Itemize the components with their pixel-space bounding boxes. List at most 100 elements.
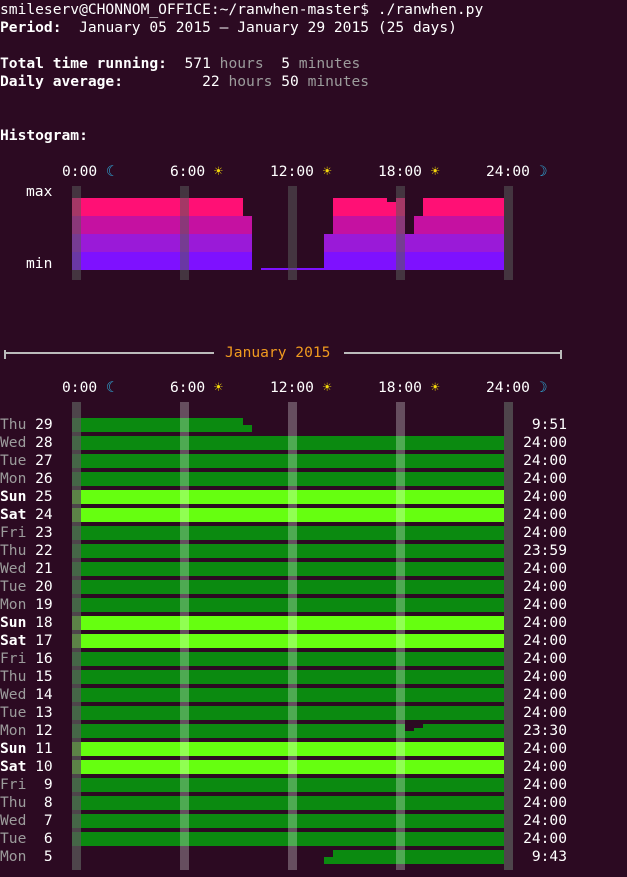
day-total: 24:00 [523,758,567,775]
day-label: Sun 25 [0,488,53,506]
day-activity-bar [72,724,405,738]
hour-marker [288,186,297,280]
average-minutes: 50 [281,73,299,90]
day-label: Sat 10 [0,758,53,776]
day-total: 24:00 [523,506,567,523]
day-total: 9:51 [531,416,567,433]
day-total: 24:00 [523,614,567,631]
day-number: 6 [26,830,53,847]
histogram-bar [243,252,252,270]
day-label: Sun 18 [0,614,53,632]
day-number: 13 [26,704,53,721]
histogram-bar [72,234,243,252]
day-label: Mon 26 [0,470,53,488]
day-total: 24:00 [523,650,567,667]
day-activity-bar [72,418,243,432]
day-label: Fri 16 [0,650,53,668]
histogram-bar [333,252,405,270]
total-line: Total time running: 571 hours 5 minutes [0,55,360,73]
hour-marker [72,186,81,280]
day-label: Wed 14 [0,686,53,704]
histogram-bar [414,216,423,234]
histogram-min-label: min [26,255,53,272]
day-total: 24:00 [523,812,567,829]
day-of-week: Mon [0,722,27,739]
histogram-bar [243,234,252,252]
period-line: Period: January 05 2015 – January 29 201… [0,19,457,37]
day-of-week: Sun [0,614,27,631]
day-label: Tue 6 [0,830,53,848]
hour-marker [504,402,513,870]
day-number: 29 [26,416,53,433]
day-total: 24:00 [523,488,567,505]
axis-label-12: 12:00 ☀ [270,163,332,180]
day-of-week: Tue [0,578,27,595]
histogram-bar [333,234,405,252]
hour-marker [504,186,513,280]
axis-label-18: 18:00 ☀ [378,379,440,396]
day-label: Thu 15 [0,668,53,686]
day-label: Mon 19 [0,596,53,614]
day-of-week: Wed [0,560,27,577]
day-total: 24:00 [523,668,567,685]
sun-icon: ☀ [430,163,440,180]
day-number: 9 [26,776,53,793]
histogram-bar [423,216,504,234]
day-label: Fri 9 [0,776,53,794]
day-of-week: Thu [0,668,27,685]
day-label: Thu 22 [0,542,53,560]
day-label: Sat 17 [0,632,53,650]
day-of-week: Thu [0,794,27,811]
day-number: 11 [26,740,53,757]
histogram-bar [72,216,243,234]
day-number: 8 [26,794,53,811]
average-line: Daily average: 22 hours 50 minutes [0,73,369,91]
histogram-max-label: max [26,183,53,200]
day-of-week: Fri [0,650,27,667]
day-number: 7 [26,812,53,829]
day-of-week: Wed [0,812,27,829]
moon-icon: ☽ [538,379,548,396]
hour-marker [180,402,189,870]
histogram-bar [423,234,504,252]
day-activity-bar [414,728,423,738]
day-of-week: Sat [0,632,27,649]
average-label: Daily average: [0,73,124,90]
day-total: 24:00 [523,794,567,811]
day-activity-bar [405,731,414,738]
day-of-week: Fri [0,524,27,541]
day-total: 24:00 [523,704,567,721]
day-label: Thu 8 [0,794,53,812]
day-activity-bar [333,850,504,864]
day-label: Tue 13 [0,704,53,722]
day-number: 5 [26,848,53,865]
day-label: Sun 11 [0,740,53,758]
axis-label-24: 24:00 ☽ [486,379,548,396]
histogram-bar [405,252,414,270]
day-number: 28 [26,434,53,451]
day-total: 24:00 [523,596,567,613]
total-minutes-unit: minutes [298,55,361,72]
axis-label-0: 0:00 ☾ [62,379,115,396]
day-total: 24:00 [523,524,567,541]
histogram-bar [72,252,243,270]
histogram-bar [243,216,252,234]
total-label: Total time running: [0,55,167,72]
day-label: Wed 28 [0,434,53,452]
histogram-bar [423,198,504,216]
month-rule-right-tick [560,350,562,359]
hour-marker [288,402,297,870]
day-activity-bar [324,857,333,864]
day-of-week: Tue [0,452,27,469]
day-of-week: Sun [0,488,27,505]
day-activity-bar [243,425,252,432]
histogram-bar [414,252,423,270]
histogram-label: Histogram: [0,127,88,144]
average-hours-unit: hours [228,73,273,90]
day-number: 19 [26,596,53,613]
day-number: 14 [26,686,53,703]
day-total: 24:00 [523,434,567,451]
month-title: January 2015 [225,344,331,361]
day-of-week: Tue [0,830,27,847]
day-total: 24:00 [523,470,567,487]
